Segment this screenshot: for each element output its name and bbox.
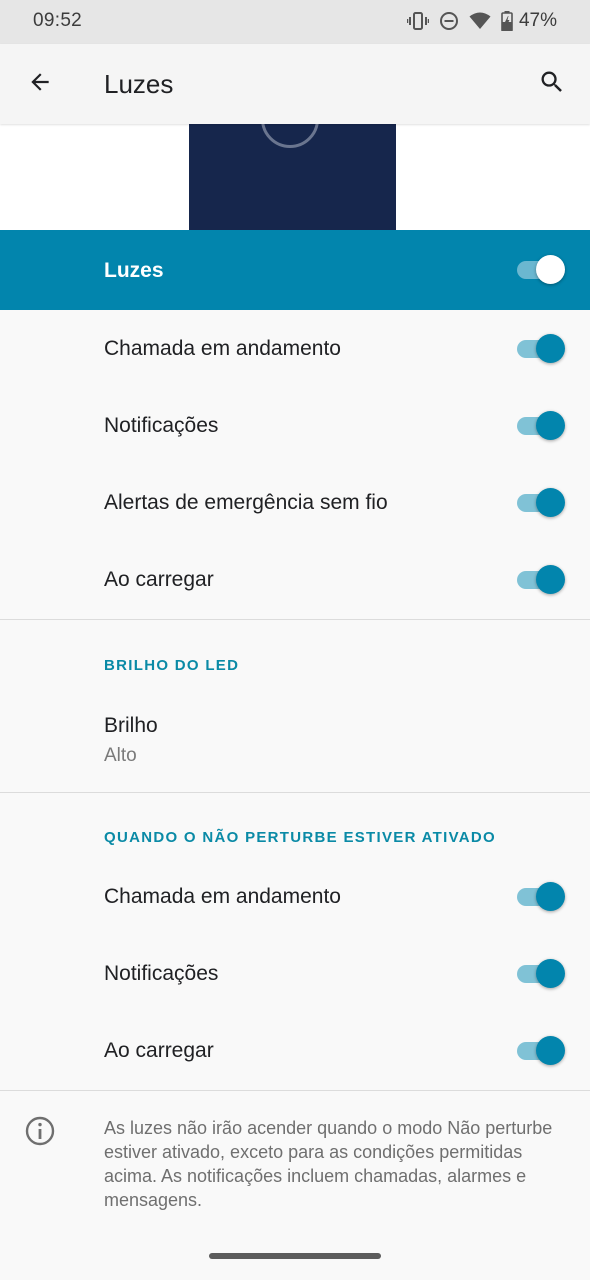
master-lights-switch-row[interactable]: Luzes xyxy=(0,230,590,310)
divider xyxy=(0,792,590,793)
app-bar: Luzes xyxy=(0,44,590,124)
emergency-alerts-toggle[interactable] xyxy=(517,483,565,523)
dnd-notifications-toggle[interactable] xyxy=(517,954,565,994)
setting-row-notifications[interactable]: Notificações xyxy=(0,388,590,465)
master-lights-toggle[interactable] xyxy=(517,250,565,290)
toggle-thumb xyxy=(536,334,565,363)
toggle-thumb xyxy=(536,565,565,594)
search-icon xyxy=(538,68,566,101)
battery-charging-icon xyxy=(501,11,513,31)
divider xyxy=(0,619,590,620)
search-button[interactable] xyxy=(534,66,570,102)
ongoing-call-toggle[interactable] xyxy=(517,329,565,369)
setting-label: Notificações xyxy=(104,962,219,985)
info-icon xyxy=(24,1115,56,1147)
setting-row-charging[interactable]: Ao carregar xyxy=(0,542,590,619)
charging-toggle[interactable] xyxy=(517,560,565,600)
toggle-thumb xyxy=(536,255,565,284)
setting-label: Chamada em andamento xyxy=(104,337,341,360)
status-bar: 09:52 47% xyxy=(0,0,590,44)
dnd-row-charging[interactable]: Ao carregar xyxy=(0,1013,590,1090)
dnd-row-notifications[interactable]: Notificações xyxy=(0,936,590,1013)
brightness-title: Brilho xyxy=(104,714,158,737)
arrow-back-icon xyxy=(27,69,53,100)
setting-label: Ao carregar xyxy=(104,568,214,591)
toggle-thumb xyxy=(536,488,565,517)
section-header-led-brightness: BRILHO DO LED xyxy=(104,657,240,674)
setting-label: Ao carregar xyxy=(104,1039,214,1062)
back-button[interactable] xyxy=(22,66,58,102)
led-preview-area xyxy=(0,124,590,230)
toggle-thumb xyxy=(536,411,565,440)
brightness-setting[interactable]: Brilho Alto xyxy=(0,700,590,780)
status-icons: 47% xyxy=(406,10,557,32)
setting-label: Alertas de emergência sem fio xyxy=(104,491,388,514)
divider xyxy=(0,1090,590,1091)
setting-row-ongoing-call[interactable]: Chamada em andamento xyxy=(0,311,590,388)
toggle-thumb xyxy=(536,1036,565,1065)
dnd-ongoing-call-toggle[interactable] xyxy=(517,877,565,917)
toggle-thumb xyxy=(536,959,565,988)
led-ring xyxy=(261,124,319,148)
wifi-icon xyxy=(469,12,491,30)
vibrate-icon xyxy=(406,11,429,31)
master-lights-label: Luzes xyxy=(104,259,164,282)
dnd-charging-toggle[interactable] xyxy=(517,1031,565,1071)
battery-percent: 47% xyxy=(518,10,557,31)
do-not-disturb-icon xyxy=(439,11,459,31)
page-title: Luzes xyxy=(104,69,174,99)
brightness-value: Alto xyxy=(104,745,137,766)
dnd-row-ongoing-call[interactable]: Chamada em andamento xyxy=(0,859,590,936)
section-header-dnd: QUANDO O NÃO PERTURBE ESTIVER ATIVADO xyxy=(104,829,497,846)
toggle-thumb xyxy=(536,882,565,911)
gesture-navigation-bar[interactable] xyxy=(209,1253,381,1259)
setting-label: Chamada em andamento xyxy=(104,885,341,908)
notifications-toggle[interactable] xyxy=(517,406,565,446)
led-preview-phone xyxy=(189,124,396,230)
status-time: 09:52 xyxy=(33,10,83,31)
info-text: As luzes não irão acender quando o modo … xyxy=(104,1118,553,1210)
setting-label: Notificações xyxy=(104,414,219,437)
setting-row-emergency-alerts[interactable]: Alertas de emergência sem fio xyxy=(0,465,590,542)
